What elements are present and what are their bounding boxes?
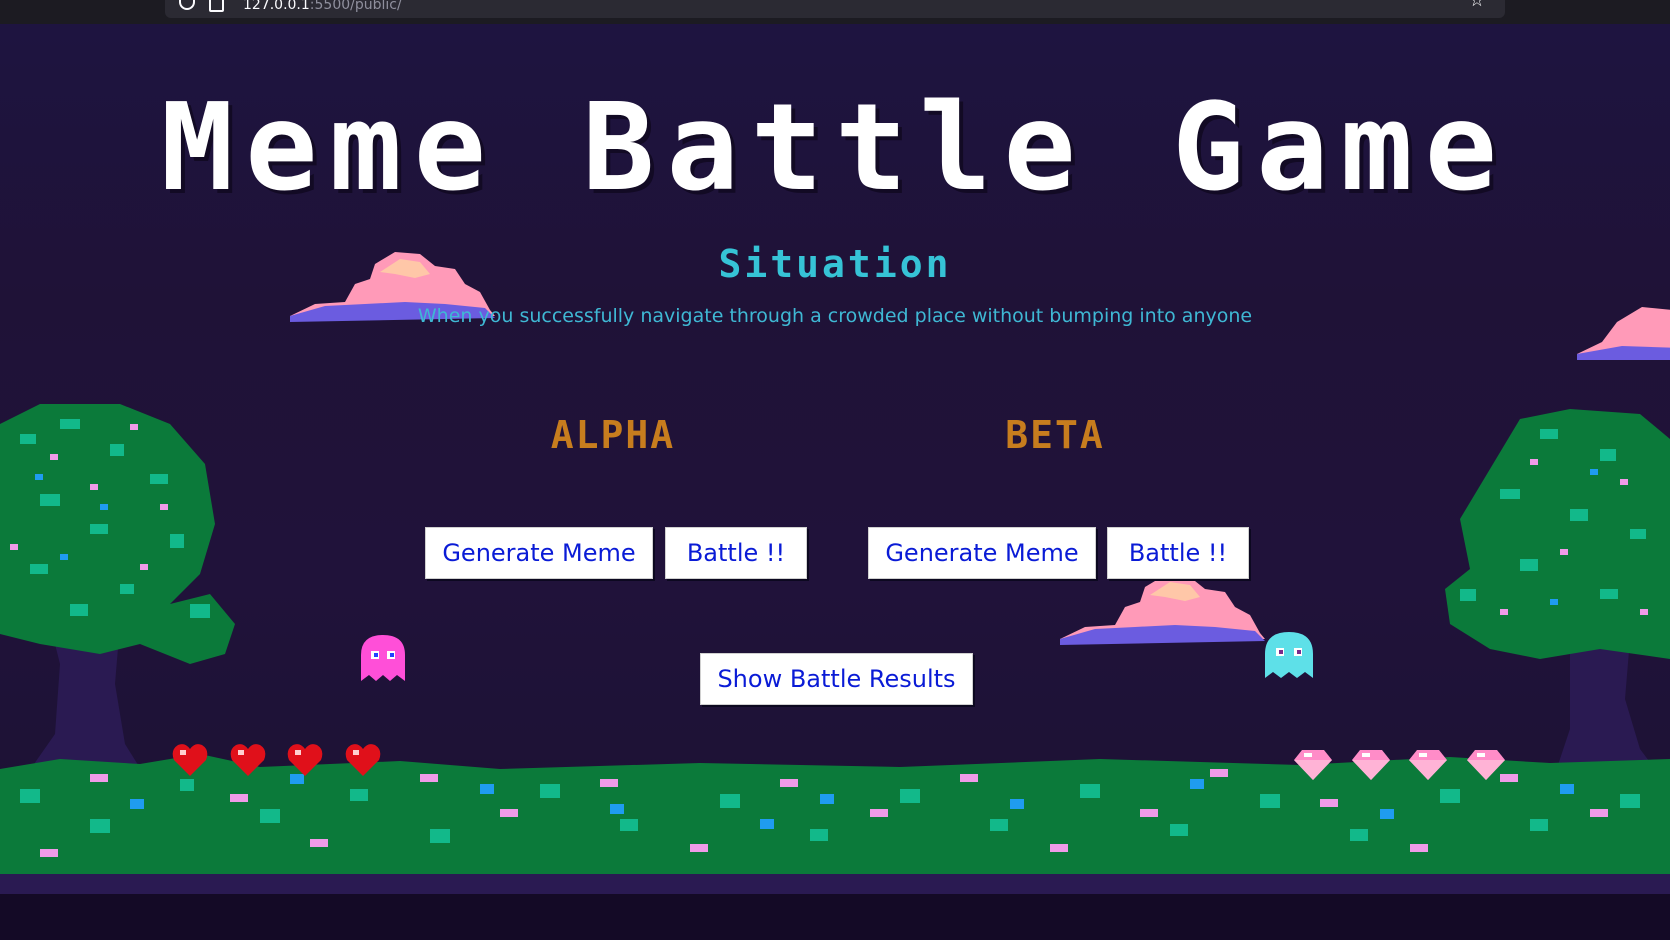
lock-icon[interactable] [209,0,224,12]
shield-icon[interactable] [179,0,195,10]
url-host: 127.0.0.1 [243,0,310,13]
ground-shadow [0,892,1670,940]
heart-icon [345,744,381,776]
alpha-battle-button[interactable]: Battle !! [665,527,807,579]
game-scene: Meme Battle Game Situation When you succ… [0,24,1670,940]
gem-icon [1352,750,1390,780]
heart-icon [172,744,208,776]
url-text[interactable]: 127.0.0.1:5500/public/ [243,0,402,12]
alpha-generate-meme-button[interactable]: Generate Meme [425,527,653,579]
browser-toolbar: ‹ 127.0.0.1:5500/public/ ☆ [0,0,1670,24]
gem-icon [1467,750,1505,780]
situation-text: When you successfully navigate through a… [417,305,1253,327]
gem-icon [1294,750,1332,780]
beta-battle-button[interactable]: Battle !! [1107,527,1249,579]
situation-heading: Situation [718,242,952,286]
cloud-icon [1577,307,1670,360]
tree-icon [0,404,235,784]
cloud-icon [1060,575,1265,645]
cyan-ghost-icon [1265,632,1313,678]
tree-icon [1445,409,1670,789]
heart-icon [230,744,266,776]
pink-ghost-icon [361,635,405,681]
bookmark-star-icon[interactable]: ☆ [1469,0,1485,10]
show-battle-results-button[interactable]: Show Battle Results [700,653,973,705]
heart-icon [287,744,323,776]
game-title: Meme Battle Game [161,79,1509,218]
address-bar[interactable]: 127.0.0.1:5500/public/ ☆ [165,0,1505,18]
beta-generate-meme-button[interactable]: Generate Meme [868,527,1096,579]
gem-icon [1409,750,1447,780]
beta-team-name: BETA [1005,413,1105,457]
url-path: :5500/public/ [309,0,402,13]
alpha-team-name: ALPHA [550,413,676,457]
